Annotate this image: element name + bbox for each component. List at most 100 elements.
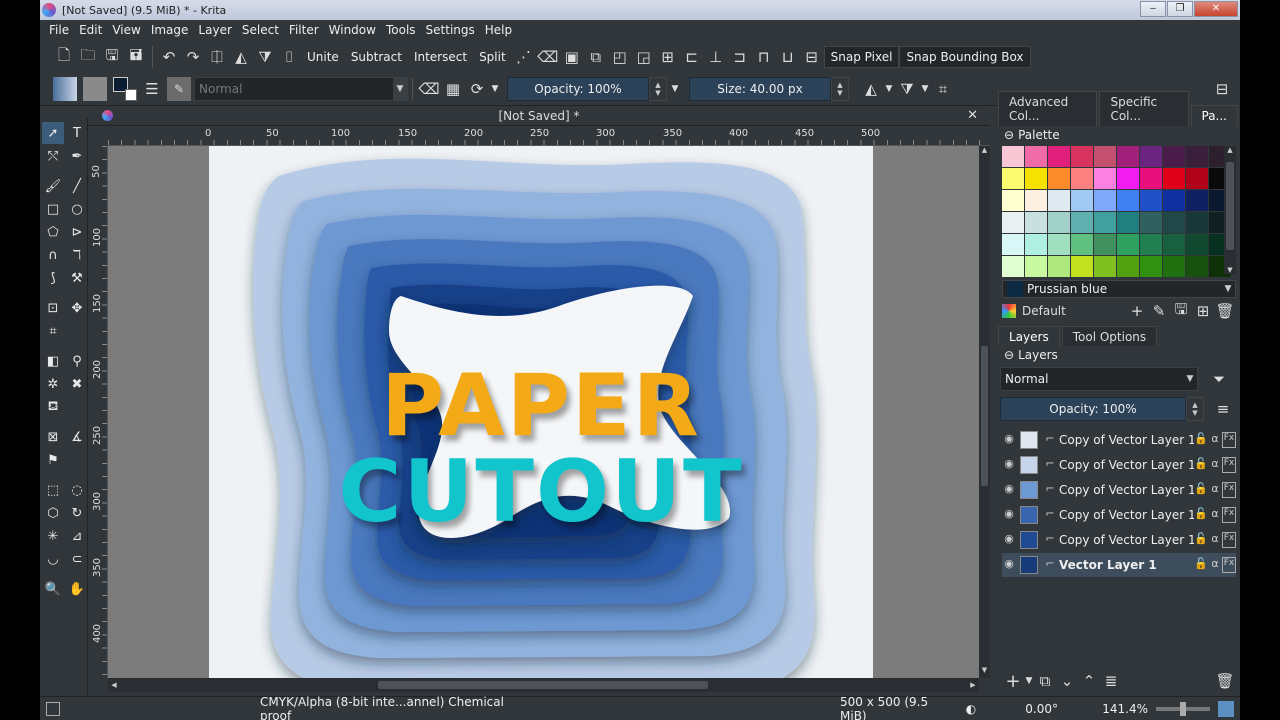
scroll-left-icon[interactable]: ◀	[108, 678, 120, 692]
polygon-tool-icon[interactable]: ⬠	[42, 221, 64, 243]
crop-tool-icon[interactable]: ⌗	[42, 320, 64, 342]
menu-view[interactable]: View	[107, 23, 145, 37]
eye-icon[interactable]: ◉	[1002, 507, 1016, 523]
edit-shapes-icon[interactable]: ⤲	[42, 145, 64, 167]
smart-patch-icon[interactable]: ✲	[42, 373, 64, 395]
palette-swatch[interactable]	[1094, 146, 1116, 167]
alpha-icon[interactable]: α	[1208, 532, 1222, 548]
palette-swatch[interactable]	[1163, 168, 1185, 189]
zoom-slider[interactable]	[1156, 701, 1210, 716]
palette-swatch[interactable]	[1186, 168, 1208, 189]
move-layer-up-icon[interactable]: ⌃	[1078, 670, 1100, 692]
fg-bg-color-icon[interactable]	[113, 76, 137, 101]
palette-swatch[interactable]	[1186, 234, 1208, 255]
blend-mode-select[interactable]: Normal ▼	[194, 76, 408, 101]
break-path-icon[interactable]: ⋰	[512, 45, 536, 69]
fx-icon[interactable]: Fx	[1222, 532, 1236, 548]
scroll-up-icon[interactable]: ▲	[1224, 146, 1236, 154]
align-right-icon[interactable]: ⊐	[728, 45, 752, 69]
size-slider[interactable]: Size: 40.00 px	[689, 76, 831, 101]
palette-settings-icon[interactable]: ⊞	[1192, 300, 1214, 322]
add-icon[interactable]: +	[1126, 300, 1148, 322]
undo-icon[interactable]: ↶	[157, 45, 181, 69]
subtract-button[interactable]: Subtract	[345, 50, 408, 64]
brush-settings-icon[interactable]: ☰	[140, 77, 164, 101]
snap-pixel-button[interactable]: Snap Pixel	[823, 46, 900, 68]
palette-swatch[interactable]	[1163, 234, 1185, 255]
chevron-down-icon[interactable]: ▼	[883, 77, 895, 101]
palette-swatch[interactable]	[1048, 234, 1070, 255]
minimize-button[interactable]: ‒	[1140, 1, 1166, 17]
gradient-tool-icon[interactable]: ◧	[42, 350, 64, 372]
freehand-path-icon[interactable]: ℸ	[66, 244, 88, 266]
mirror-canvas-icon[interactable]: ⎅	[205, 45, 229, 69]
palette-swatch[interactable]	[1186, 146, 1208, 167]
close-window-button[interactable]: ✕	[1194, 1, 1238, 17]
zoom-slider-handle[interactable]	[1180, 701, 1186, 716]
move-tool-icon[interactable]: ✥	[66, 297, 88, 319]
palette-swatch[interactable]	[1117, 212, 1139, 233]
palette-swatch[interactable]	[1094, 256, 1116, 277]
rotation-icon[interactable]: ◐	[958, 702, 984, 716]
horizontal-scroll-thumb[interactable]	[378, 681, 708, 689]
selection-mode-icon[interactable]	[46, 701, 60, 716]
filter-icon[interactable]: ⏷	[1208, 368, 1230, 390]
alpha-icon[interactable]: α	[1208, 557, 1222, 573]
mirror-vertical-icon[interactable]: ⧩	[895, 77, 919, 101]
palette-swatch[interactable]	[1163, 146, 1185, 167]
lock-icon[interactable]: 🔓	[1194, 532, 1208, 548]
snap-bounding-box-button[interactable]: Snap Bounding Box	[899, 46, 1031, 68]
palette-swatch[interactable]	[1048, 146, 1070, 167]
intersect-button[interactable]: Intersect	[408, 50, 473, 64]
palette-name[interactable]: Default	[1022, 304, 1126, 318]
freehand-select-icon[interactable]: ↻	[66, 502, 88, 524]
reload-preset-icon[interactable]: ⟳	[465, 77, 489, 101]
lock-icon[interactable]: 🔓	[1194, 482, 1208, 498]
layer-row[interactable]: ◉ ⌐ Copy of Vector Layer 1 🔓 α Fx	[1002, 428, 1236, 452]
edit-icon[interactable]: ✎	[1148, 300, 1170, 322]
bucket-fill-icon[interactable]: ⛾	[42, 396, 64, 418]
palette-swatch[interactable]	[1025, 234, 1047, 255]
lock-icon[interactable]: 🔓	[1194, 557, 1208, 573]
bezier-tool-icon[interactable]: ∩	[42, 244, 64, 266]
vertical-scroll-thumb[interactable]	[981, 346, 988, 486]
gradient-preset-icon[interactable]	[53, 76, 77, 101]
workspace-icon[interactable]: ⊟	[1210, 77, 1234, 101]
scroll-up-icon[interactable]: ▲	[979, 146, 990, 158]
redo-icon[interactable]: ↷	[181, 45, 205, 69]
palette-swatch[interactable]	[1071, 168, 1093, 189]
scroll-down-icon[interactable]: ▼	[1224, 266, 1236, 274]
contiguous-select-icon[interactable]: ✳	[42, 525, 64, 547]
palette-swatch[interactable]	[1025, 256, 1047, 277]
align-center-icon[interactable]: ⊥	[704, 45, 728, 69]
palette-swatch[interactable]	[1140, 212, 1162, 233]
layer-row-selected[interactable]: ◉ ⌐ Vector Layer 1 🔓 α Fx	[1002, 553, 1236, 577]
document-canvas[interactable]: PAPER CUTOUT	[209, 146, 873, 678]
fx-icon[interactable]: Fx	[1222, 432, 1236, 448]
palette-swatch[interactable]	[1025, 146, 1047, 167]
palette-swatch[interactable]	[1002, 234, 1024, 255]
unite-button[interactable]: Unite	[301, 50, 345, 64]
palette-swatch[interactable]	[1071, 256, 1093, 277]
palette-swatch[interactable]	[1094, 190, 1116, 211]
layer-opacity-slider[interactable]: Opacity: 100%	[1000, 397, 1186, 421]
menu-file[interactable]: File	[44, 23, 74, 37]
close-document-icon[interactable]: ✕	[967, 106, 978, 126]
palette-swatch[interactable]	[1140, 256, 1162, 277]
size-spinner[interactable]: ▲ ▼	[831, 76, 849, 101]
polygon-select-icon[interactable]: ⬡	[42, 502, 64, 524]
alpha-icon[interactable]: α	[1208, 507, 1222, 523]
menu-help[interactable]: Help	[480, 23, 517, 37]
palette-swatch[interactable]	[1048, 190, 1070, 211]
eye-icon[interactable]: ◉	[1002, 457, 1016, 473]
eraser-icon[interactable]: ⌫	[417, 77, 441, 101]
palette-swatch[interactable]	[1140, 234, 1162, 255]
zoom-tool-icon[interactable]: 🔍	[42, 578, 64, 600]
alpha-lock-icon[interactable]: ▦	[441, 77, 465, 101]
tab-palette[interactable]: Pa...	[1190, 105, 1238, 126]
menu-select[interactable]: Select	[237, 23, 284, 37]
tab-tool-options[interactable]: Tool Options	[1061, 326, 1158, 346]
flip-vertical-icon[interactable]: ⧩	[253, 45, 277, 69]
distribute-icon[interactable]: ⊞	[656, 45, 680, 69]
restore-button[interactable]: ❐	[1167, 1, 1193, 17]
